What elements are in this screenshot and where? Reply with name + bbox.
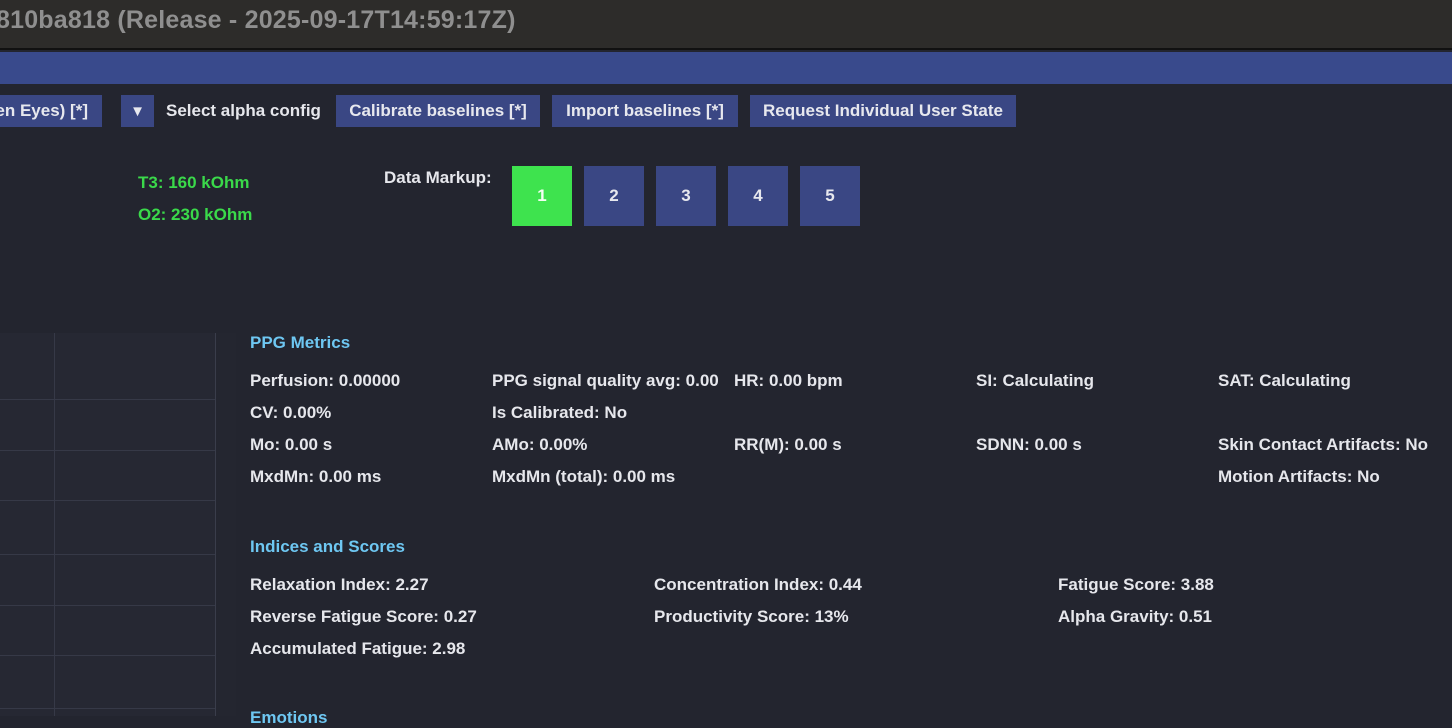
alpha-config-label: Select alpha config [166,101,321,120]
window-title: 810ba818 (Release - 2025-09-17T14:59:17Z… [0,6,516,34]
impedance-t3: T3: 160 kOhm [138,173,250,192]
plot-gridline [0,450,216,451]
plot-gridline [0,554,216,555]
ppg-mxdmn: MxdMn: 0.00 ms [250,467,382,486]
concentration-index: Concentration Index: 0.44 [654,575,862,594]
ppg-motion-artifacts: Motion Artifacts: No [1218,467,1380,486]
window-titlebar: 810ba818 (Release - 2025-09-17T14:59:17Z… [0,0,1452,50]
ppg-perfusion: Perfusion: 0.00000 [250,371,401,390]
accumulated-fatigue: Accumulated Fatigue: 2.98 [250,639,466,658]
menu-bar [0,52,1452,84]
panel-divider [216,333,236,716]
markup-button-4[interactable]: 4 [728,166,788,226]
plot-gridline [54,333,55,716]
ppg-mo: Mo: 0.00 s [250,435,333,454]
fatigue-score: Fatigue Score: 3.88 [1058,575,1214,594]
chevron-down-icon: ▼ [130,102,145,120]
ppg-hr: HR: 0.00 bpm [734,371,843,390]
ppg-si: SI: Calculating [976,371,1095,390]
reverse-fatigue-score: Reverse Fatigue Score: 0.27 [250,607,477,626]
impedance-o2: O2: 230 kOhm [138,205,253,224]
import-baselines-button[interactable]: Import baselines [*] [552,95,738,127]
relaxation-index: Relaxation Index: 2.27 [250,575,429,594]
plot-gridline [0,708,216,709]
plot-gridline [0,500,216,501]
alpha-config-dropdown[interactable]: ▼ [121,95,154,127]
markup-button-2[interactable]: 2 [584,166,644,226]
productivity-score: Productivity Score: 13% [654,607,849,626]
eyes-mode-button[interactable]: en Eyes) [*] [0,95,102,127]
markup-button-1[interactable]: 1 [512,166,572,226]
plot-gridline [0,605,216,606]
plot-gridline [0,655,216,656]
ppg-amo: AMo: 0.00% [492,435,588,454]
alpha-gravity: Alpha Gravity: 0.51 [1058,607,1213,626]
request-user-state-button[interactable]: Request Individual User State [750,95,1016,127]
emotions-title: Emotions [250,708,328,727]
markup-button-5[interactable]: 5 [800,166,860,226]
ppg-skin-contact-artifacts: Skin Contact Artifacts: No [1218,435,1429,454]
ppg-sdnn: SDNN: 0.00 s [976,435,1082,454]
ppg-mxdmn-total: MxdMn (total): 0.00 ms [492,467,676,486]
ppg-cv: CV: 0.00% [250,403,332,422]
plot-gridline [0,399,216,400]
markup-button-3[interactable]: 3 [656,166,716,226]
indices-title: Indices and Scores [250,537,405,556]
data-markup-label: Data Markup: [384,168,492,187]
ppg-signal-quality: PPG signal quality avg: 0.00 [492,371,719,390]
ppg-sat: SAT: Calculating [1218,371,1351,390]
signal-plot [0,333,216,716]
ppg-is-calibrated: Is Calibrated: No [492,403,628,422]
ppg-metrics-title: PPG Metrics [250,333,351,352]
calibrate-baselines-button[interactable]: Calibrate baselines [*] [336,95,540,127]
ppg-rrm: RR(M): 0.00 s [734,435,842,454]
